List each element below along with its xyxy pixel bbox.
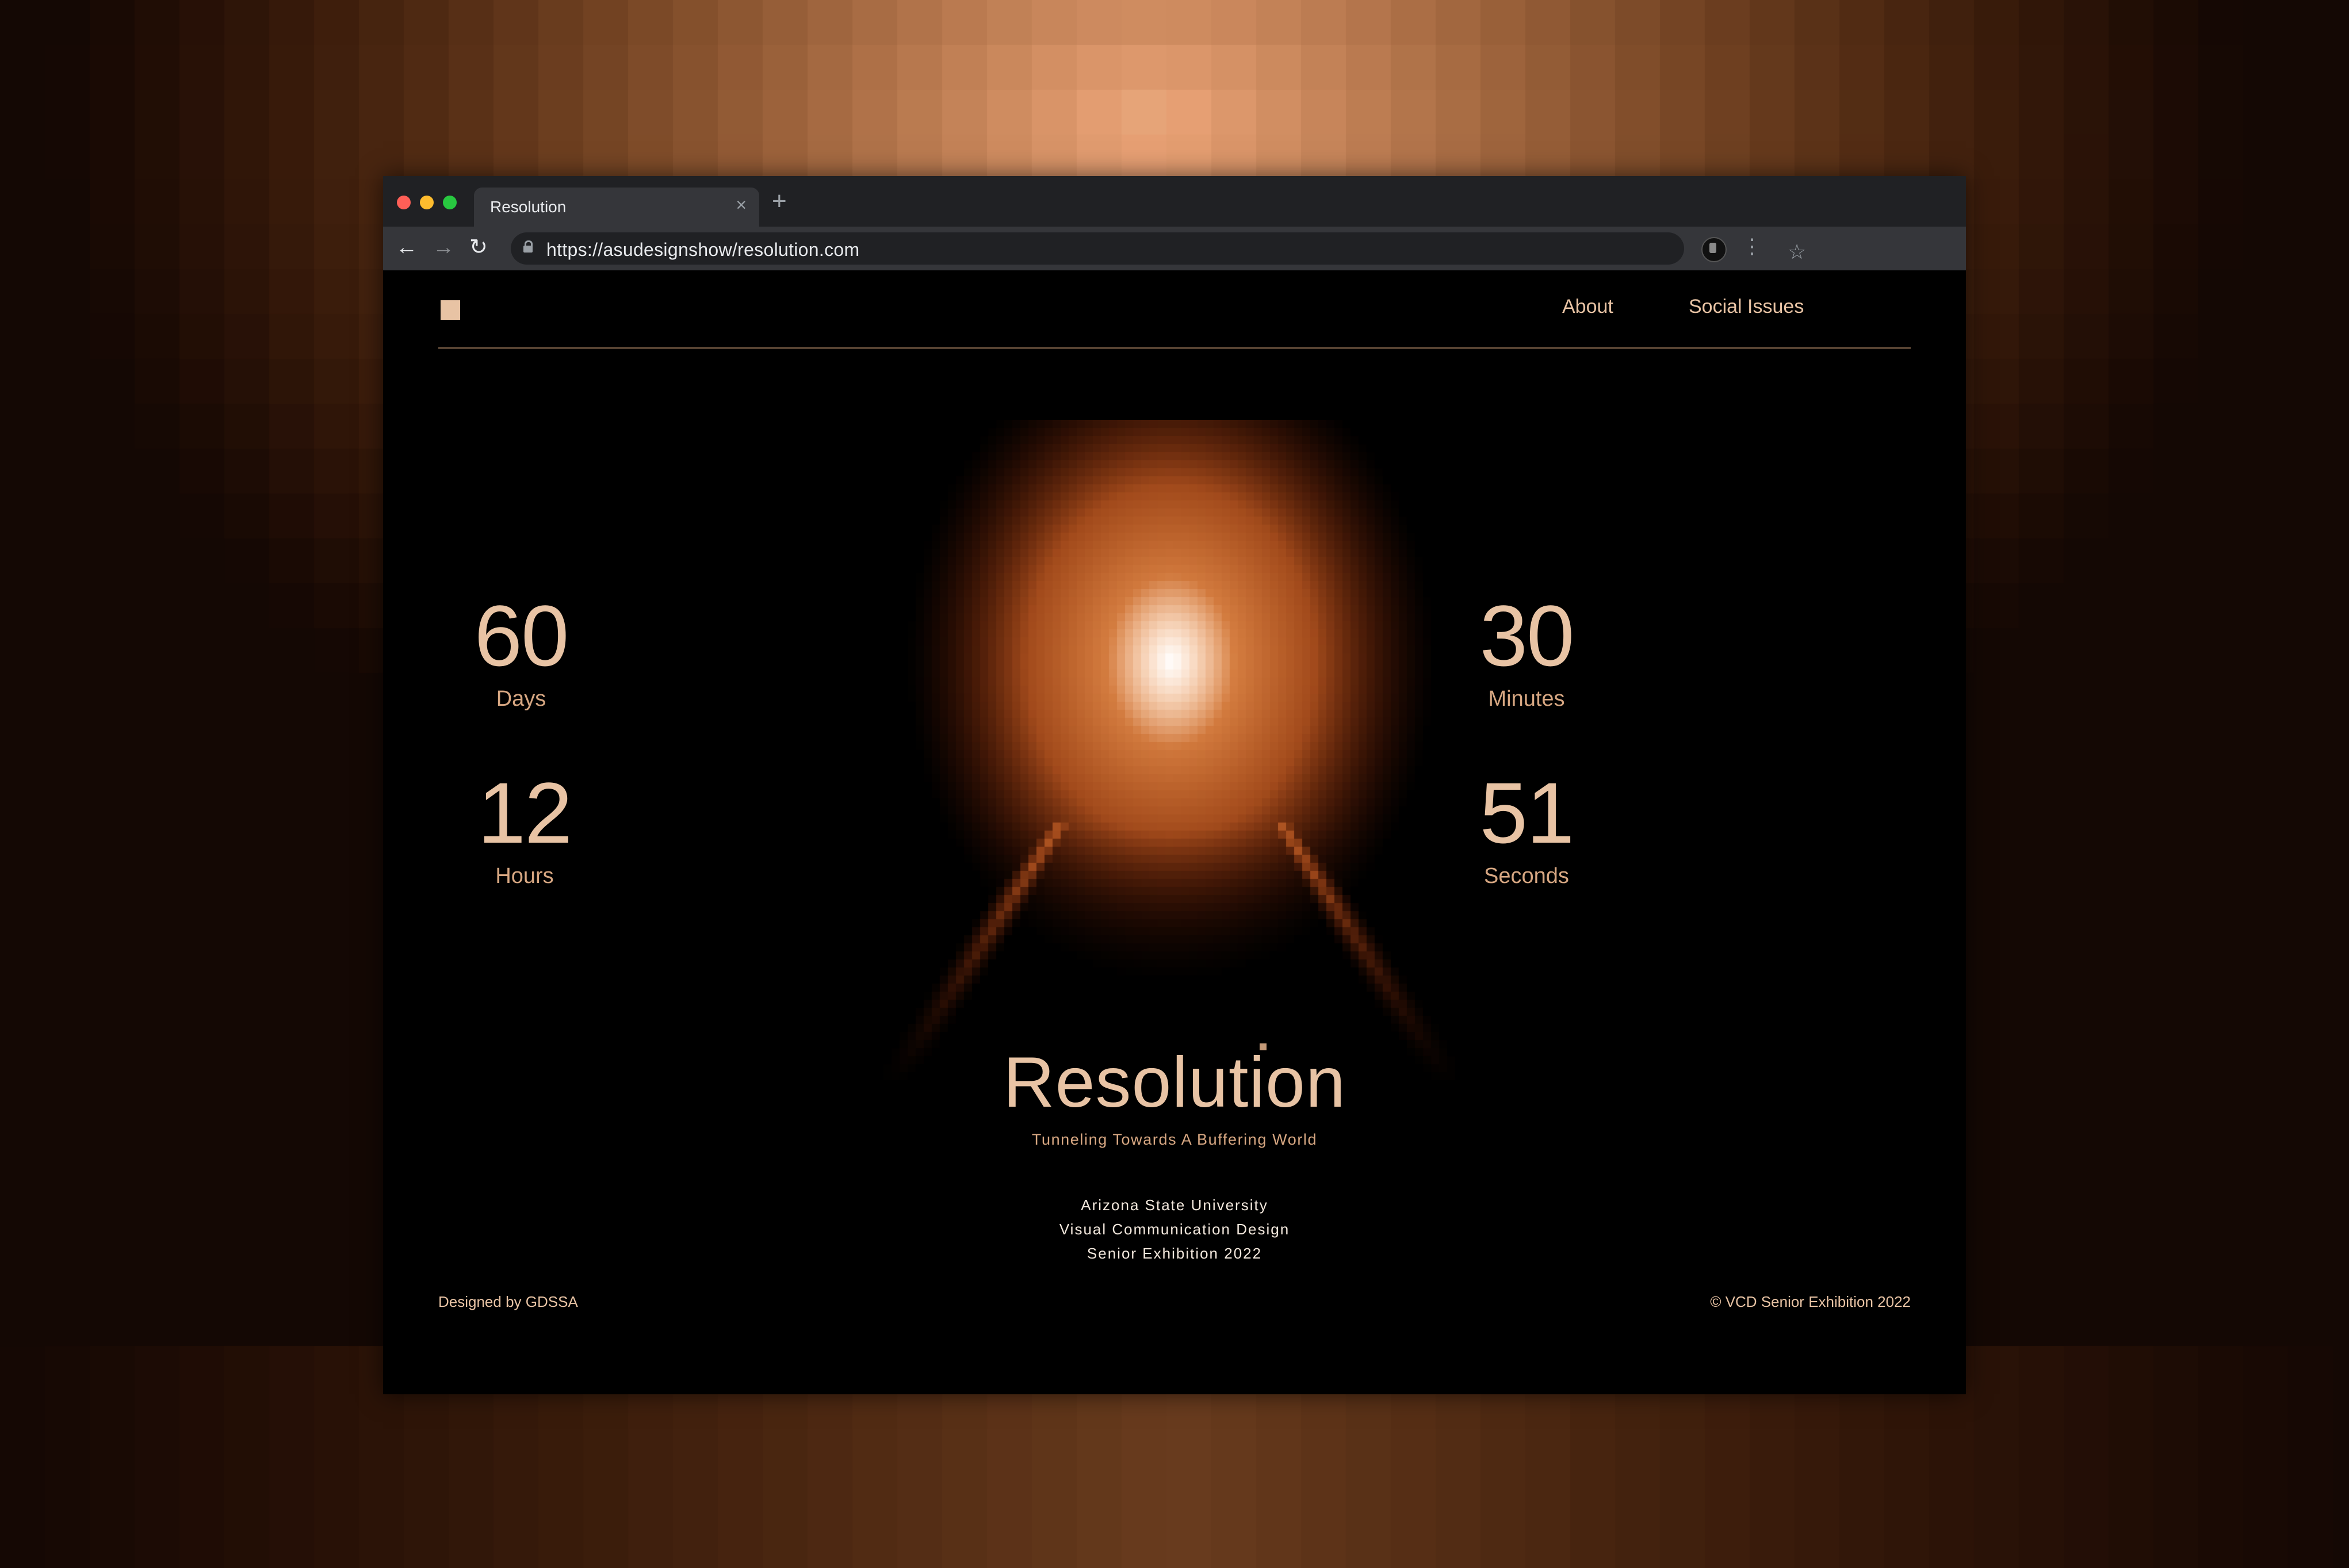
countdown-label: Hours <box>495 864 554 888</box>
nav-link-social-issues[interactable]: Social Issues <box>1689 296 1804 318</box>
header-divider <box>438 347 1911 349</box>
plus-icon[interactable]: + <box>772 189 787 214</box>
countdown-value: 12 <box>477 764 573 861</box>
close-icon[interactable]: × <box>736 196 747 214</box>
forward-arrow-icon[interactable]: → <box>433 235 454 260</box>
lock-icon <box>523 240 533 253</box>
star-icon[interactable]: ☆ <box>1788 240 1806 263</box>
nav-link-about[interactable]: About <box>1562 296 1613 318</box>
web-page: About Social Issues 60 Days 12 Hours 30 … <box>383 270 1966 1394</box>
browser-tab[interactable]: Resolution × <box>474 188 759 227</box>
window-close-button[interactable] <box>397 196 411 209</box>
tunnel-illustration <box>883 420 1459 1087</box>
countdown-days: 60 Days <box>406 592 636 712</box>
countdown-value: 30 <box>1479 587 1575 684</box>
countdown-value: 51 <box>1479 764 1575 861</box>
countdown-label: Seconds <box>1484 864 1569 888</box>
address-bar[interactable]: https://asudesignshow/resolution.com ☆ <box>511 232 1806 265</box>
logo-square-icon[interactable] <box>441 300 460 320</box>
site-tagline: Tunneling Towards A Buffering World <box>1031 1131 1318 1148</box>
info-line: Senior Exhibition 2022 <box>1086 1245 1263 1262</box>
back-arrow-icon[interactable]: ← <box>396 235 418 260</box>
window-minimize-button[interactable] <box>420 196 434 209</box>
info-line: Arizona State University <box>1081 1196 1268 1214</box>
countdown-minutes: 30 Minutes <box>1411 592 1642 712</box>
url-text[interactable]: https://asudesignshow/resolution.com <box>546 239 859 261</box>
window-maximize-button[interactable] <box>443 196 457 209</box>
reload-icon[interactable]: ↻ <box>469 235 488 260</box>
browser-window: Resolution × + ← → ↻ https://asudesignsh… <box>383 176 1966 1394</box>
countdown-value: 60 <box>474 587 569 684</box>
menu-icon[interactable]: ⋮ <box>1742 234 1762 259</box>
browser-toolbar: ← → ↻ https://asudesignshow/resolution.c… <box>383 227 1966 270</box>
countdown-label: Days <box>496 687 546 711</box>
countdown-hours: 12 Hours <box>410 770 640 889</box>
countdown-seconds: 51 Seconds <box>1411 770 1642 889</box>
footer-credit: Designed by GDSSA <box>438 1293 578 1310</box>
profile-icon[interactable] <box>1701 237 1727 262</box>
countdown-label: Minutes <box>1488 687 1565 711</box>
exhibition-info: Arizona State University Visual Communic… <box>383 1193 1966 1265</box>
tab-title: Resolution <box>490 198 567 216</box>
info-line: Visual Communication Design <box>1059 1221 1290 1238</box>
site-title: Resolution <box>1003 1043 1346 1122</box>
tab-strip: Resolution × + <box>383 176 1966 227</box>
footer-copyright: © VCD Senior Exhibition 2022 <box>1710 1293 1911 1310</box>
